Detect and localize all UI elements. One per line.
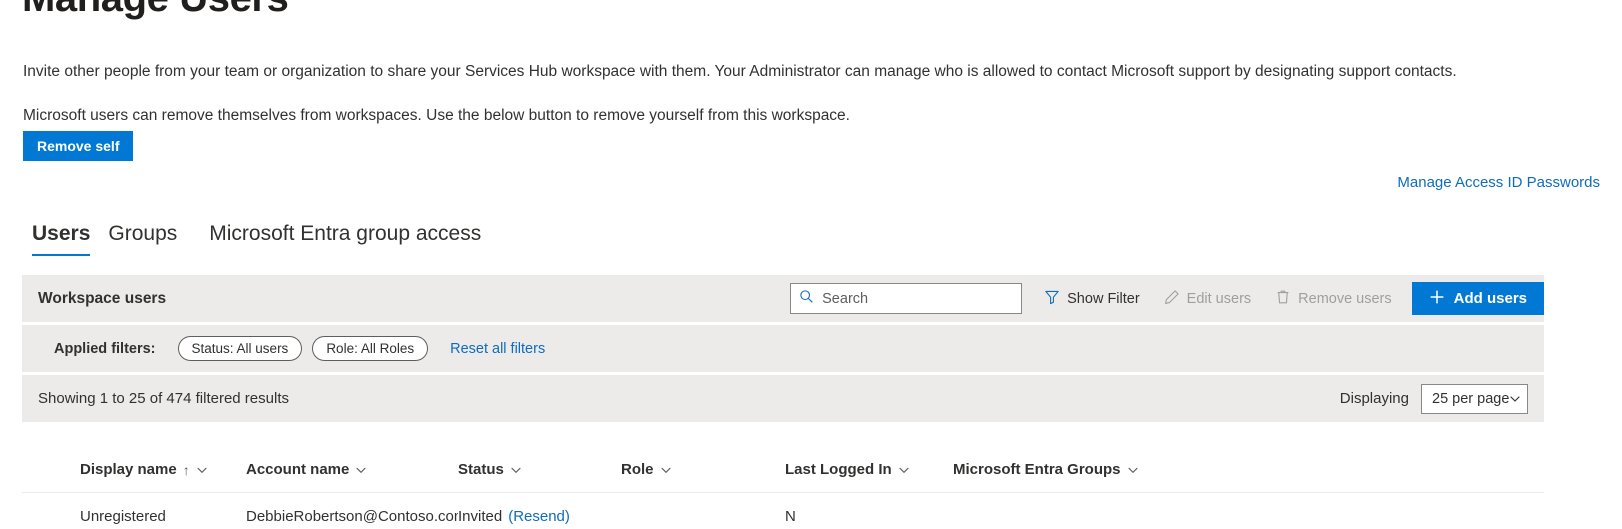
manage-access-id-passwords-link[interactable]: Manage Access ID Passwords — [1397, 174, 1600, 191]
column-header-last-logged-in[interactable]: Last Logged In — [785, 461, 953, 478]
column-header-display-name[interactable]: Display name ↑ — [80, 461, 246, 478]
search-input[interactable] — [822, 290, 1014, 307]
column-header-last-logged-in-label: Last Logged In — [785, 461, 892, 478]
table-row[interactable]: Unregistered DebbieRobertson@Contoso.com… — [22, 493, 1544, 529]
column-header-microsoft-entra-groups[interactable]: Microsoft Entra Groups — [953, 461, 1193, 478]
intro-paragraph-2: Microsoft users can remove themselves fr… — [23, 107, 850, 124]
show-filter-button[interactable]: Show Filter — [1032, 283, 1152, 315]
table-header-row: Display name ↑ Account name Status Role — [22, 447, 1544, 493]
users-table: Display name ↑ Account name Status Role — [22, 447, 1544, 529]
cell-status: Invited (Resend) — [458, 508, 621, 525]
per-page-select[interactable]: 25 per page — [1421, 383, 1528, 414]
column-header-microsoft-entra-groups-label: Microsoft Entra Groups — [953, 461, 1121, 478]
cell-account-name: DebbieRobertson@Contoso.com — [246, 507, 458, 525]
chevron-down-icon — [510, 464, 522, 476]
manage-users-page: Manage Users Invite other people from yo… — [0, 0, 1622, 529]
chevron-down-icon — [898, 464, 910, 476]
paging-controls: Displaying 25 per page — [1339, 383, 1528, 414]
chevron-down-icon — [1127, 464, 1139, 476]
filter-pill-role[interactable]: Role: All Roles — [312, 336, 429, 361]
funnel-icon — [1044, 289, 1060, 309]
tab-bar: Users Groups Microsoft Entra group acces… — [23, 221, 490, 256]
edit-users-button[interactable]: Edit users — [1152, 283, 1263, 315]
workspace-users-label: Workspace users — [38, 289, 167, 307]
chevron-down-icon — [1509, 393, 1521, 405]
cell-last-logged-in: N — [785, 507, 796, 525]
add-users-label: Add users — [1453, 290, 1527, 307]
search-icon — [799, 289, 814, 309]
arrow-up-icon: ↑ — [182, 461, 190, 478]
column-header-account-name[interactable]: Account name — [246, 461, 458, 478]
tab-groups[interactable]: Groups — [99, 221, 186, 256]
remove-users-label: Remove users — [1298, 290, 1392, 307]
column-header-account-name-label: Account name — [246, 461, 350, 478]
toolbar-actions: Show Filter Edit users — [790, 275, 1544, 322]
remove-self-button[interactable]: Remove self — [23, 131, 134, 161]
column-header-status[interactable]: Status — [458, 461, 621, 478]
search-box[interactable] — [790, 283, 1023, 314]
resend-invite-link[interactable]: (Resend) — [508, 508, 570, 525]
column-header-role[interactable]: Role — [621, 461, 785, 478]
status-value: Invited — [458, 507, 503, 525]
remove-users-button[interactable]: Remove users — [1263, 283, 1403, 315]
applied-filters-label: Applied filters: — [54, 340, 156, 357]
column-header-role-label: Role — [621, 461, 654, 478]
toolbar-band: Workspace users Search Show Filter Edit … — [22, 275, 1544, 322]
showing-results-text: Showing 1 to 25 of 474 filtered results — [38, 390, 289, 407]
results-band: Showing 1 to 25 of 474 filtered results … — [22, 375, 1544, 422]
column-header-status-label: Status — [458, 461, 504, 478]
chevron-down-icon — [355, 464, 367, 476]
applied-filters-band: Applied filters: Status: All users Role:… — [22, 325, 1544, 372]
reset-all-filters-link[interactable]: Reset all filters — [450, 341, 545, 357]
pencil-icon — [1164, 289, 1180, 309]
column-header-display-name-label: Display name — [80, 461, 177, 478]
per-page-value: 25 per page — [1432, 390, 1510, 407]
show-filter-label: Show Filter — [1067, 290, 1140, 307]
tab-microsoft-entra-group-access[interactable]: Microsoft Entra group access — [200, 221, 490, 256]
trash-icon — [1275, 289, 1291, 309]
filter-pill-status[interactable]: Status: All users — [177, 336, 303, 361]
intro-paragraph-1: Invite other people from your team or or… — [23, 63, 1457, 80]
users-panel: Workspace users Search Show Filter Edit … — [22, 275, 1544, 422]
edit-users-label: Edit users — [1186, 290, 1252, 307]
chevron-down-icon — [196, 464, 208, 476]
tab-users[interactable]: Users — [23, 221, 99, 256]
plus-icon — [1429, 289, 1445, 309]
cell-display-name: Unregistered — [80, 507, 166, 525]
displaying-label: Displaying — [1339, 390, 1409, 407]
chevron-down-icon — [660, 464, 672, 476]
add-users-button[interactable]: Add users — [1411, 282, 1544, 315]
page-title: Manage Users — [22, 0, 289, 21]
